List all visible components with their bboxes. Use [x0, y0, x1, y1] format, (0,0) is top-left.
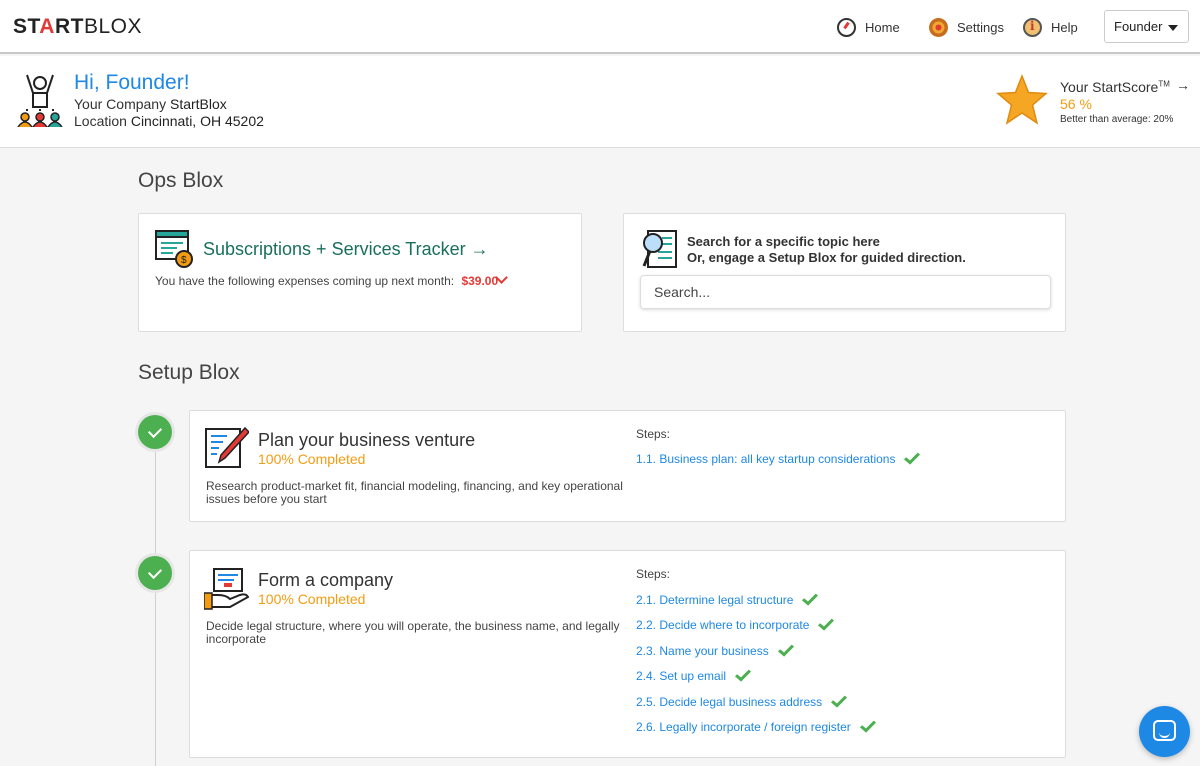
search-input[interactable] — [640, 275, 1051, 309]
setup-blox-card[interactable]: Plan your business venture 100% Complete… — [189, 410, 1066, 522]
subscriptions-tracker-card: $ Subscriptions + Services Tracker → You… — [138, 213, 582, 332]
checkmark-icon — [859, 717, 876, 733]
nav-settings-link[interactable]: Settings — [929, 17, 1004, 37]
completed-check-icon — [138, 556, 172, 590]
user-menu-label: Founder — [1114, 19, 1163, 34]
chat-launcher-button[interactable] — [1139, 706, 1190, 757]
step-link[interactable]: 2.5. Decide legal business address — [636, 692, 848, 709]
step-link[interactable]: 2.6. Legally incorporate / foreign regis… — [636, 717, 876, 734]
step-link[interactable]: 2.4. Set up email — [636, 666, 752, 683]
chat-bubble-icon — [1153, 720, 1176, 741]
blox-description: Research product-market fit, financial m… — [206, 479, 623, 506]
blox-description: Decide legal structure, where you will o… — [206, 619, 620, 646]
greeting-title: Hi, Founder! — [74, 71, 190, 94]
nav-help-link[interactable]: Help — [1023, 17, 1078, 37]
checkmark-icon — [777, 641, 794, 657]
checkmark-icon — [802, 590, 819, 606]
location-line: Location Cincinnati, OH 45202 — [74, 113, 264, 129]
star-icon — [996, 74, 1048, 125]
steps-label: Steps: — [636, 427, 671, 441]
expenses-amount: $39.00 — [461, 274, 499, 288]
nav-home-link[interactable]: Home — [837, 17, 900, 37]
ops-blox-heading: Ops Blox — [138, 169, 224, 192]
company-formation-icon — [204, 568, 250, 610]
location-value: Cincinnati, OH 45202 — [130, 113, 264, 129]
steps-label: Steps: — [636, 567, 671, 581]
nav-settings-label: Settings — [957, 19, 1004, 35]
help-icon — [1023, 17, 1042, 37]
company-line: Your Company StartBlox — [74, 96, 227, 112]
caret-down-icon — [1168, 25, 1178, 31]
top-nav: STARTBLOX Home Settings Help Founder — [0, 0, 1200, 54]
expenses-text: You have the following expenses coming u… — [155, 274, 499, 288]
checkmark-icon — [831, 692, 848, 708]
checkmark-icon — [904, 449, 921, 465]
completed-check-icon — [138, 415, 172, 449]
setup-blox-heading: Setup Blox — [138, 361, 240, 384]
nav-help-label: Help — [1051, 19, 1078, 35]
startscore-value: 56 % — [1060, 96, 1092, 112]
founder-team-icon — [17, 74, 63, 127]
subscriptions-tracker-link[interactable]: Subscriptions + Services Tracker → — [203, 239, 489, 260]
timeline-line — [155, 450, 156, 766]
startblox-logo[interactable]: STARTBLOX — [13, 15, 142, 39]
blox-progress: 100% Completed — [258, 591, 366, 607]
step-link[interactable]: 2.1. Determine legal structure — [636, 590, 819, 607]
business-plan-icon — [205, 426, 249, 468]
startscore-average: Better than average: 20% — [1060, 114, 1174, 125]
step-link[interactable]: 2.3. Name your business — [636, 641, 794, 658]
user-menu-dropdown[interactable]: Founder — [1104, 10, 1189, 43]
step-link[interactable]: 1.1. Business plan: all key startup cons… — [636, 449, 921, 466]
home-icon — [837, 17, 856, 37]
search-instructions: Search for a specific topic here Or, eng… — [687, 234, 966, 265]
blox-title[interactable]: Form a company — [258, 570, 393, 591]
svg-text:$: $ — [181, 255, 187, 266]
search-document-icon — [642, 230, 677, 268]
step-link[interactable]: 2.2. Decide where to incorporate — [636, 615, 835, 632]
checkmark-icon — [735, 666, 752, 682]
arrow-right-icon[interactable]: → — [1176, 77, 1190, 93]
search-card: Search for a specific topic here Or, eng… — [623, 213, 1066, 332]
checkmark-icon — [818, 615, 835, 631]
settings-icon — [929, 17, 948, 37]
blox-progress: 100% Completed — [258, 451, 366, 467]
startscore-label[interactable]: Your StartScoreTM — [1060, 79, 1170, 95]
billing-window-icon: $ — [155, 230, 193, 268]
setup-blox-card[interactable]: Form a company 100% Completed Decide leg… — [189, 550, 1066, 758]
company-name: StartBlox — [169, 96, 227, 112]
blox-title[interactable]: Plan your business venture — [258, 430, 475, 451]
nav-home-label: Home — [865, 19, 900, 35]
